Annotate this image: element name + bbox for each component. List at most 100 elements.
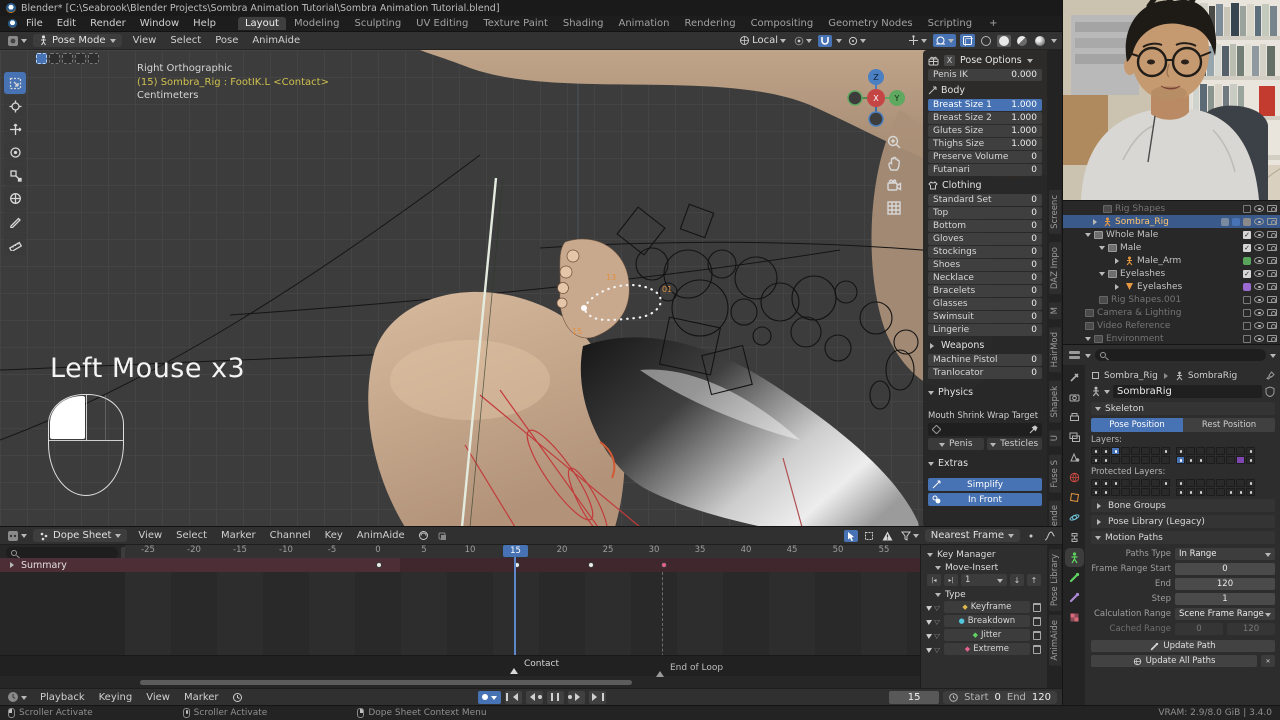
pose-position-button[interactable]: Pose Position — [1091, 418, 1183, 432]
tab-render[interactable] — [1068, 391, 1081, 404]
playback-menu-item[interactable]: Keying — [92, 691, 140, 704]
mode-selector[interactable]: Pose Mode — [33, 34, 122, 47]
subpanel-title[interactable]: Move-Insert — [945, 563, 998, 573]
outliner-row[interactable]: Male_Arm — [1063, 254, 1280, 267]
sidebar-tab[interactable]: DAZ Impo — [1049, 242, 1061, 294]
frame-range-start-field[interactable]: 0 — [1175, 563, 1275, 575]
hide-eye-icon[interactable] — [1254, 296, 1264, 303]
select-mode-set[interactable] — [36, 53, 47, 64]
property-slider[interactable]: Standard Set0 — [928, 194, 1042, 206]
hide-eye-icon[interactable] — [1254, 270, 1264, 277]
select-keys-icon[interactable]: ▶ — [925, 602, 934, 612]
select-mode-extend[interactable] — [49, 53, 60, 64]
toggle-button[interactable]: Penis — [928, 438, 984, 450]
workspace-tab[interactable]: Geometry Nodes — [821, 17, 919, 30]
subpanel-title[interactable]: Type — [945, 590, 966, 600]
property-slider[interactable]: Thighs Size1.000 — [928, 138, 1042, 150]
editor-type-button[interactable] — [5, 34, 29, 48]
tab-bone-constraints[interactable] — [1068, 591, 1081, 604]
deselect-keys-icon[interactable]: ▷ — [934, 630, 943, 640]
sync-icon[interactable] — [230, 691, 245, 704]
transform-orientation-dropdown[interactable]: Local — [737, 34, 788, 47]
property-slider[interactable]: Shoes0 — [928, 259, 1042, 271]
hide-eye-icon[interactable] — [1254, 283, 1264, 290]
shading-rendered-button[interactable] — [1033, 35, 1047, 47]
toggle-grid-icon[interactable] — [886, 200, 902, 216]
in-front-button[interactable]: In Front — [928, 493, 1042, 506]
simplify-button[interactable]: Simplify — [928, 478, 1042, 491]
keyframe-dot-frame-31[interactable] — [661, 562, 667, 568]
outliner-row[interactable]: Camera & Lighting — [1063, 306, 1280, 319]
move-key-up-button[interactable]: ↑ — [1027, 574, 1041, 586]
cursor-tool[interactable] — [4, 95, 26, 117]
disable-render-icon[interactable] — [1267, 322, 1277, 329]
side-panel-tab[interactable]: Pose Library — [1049, 549, 1061, 611]
expand-icon[interactable] — [1115, 284, 1122, 290]
move-key-down-button[interactable]: ↓ — [1010, 574, 1024, 586]
editor-type-button[interactable] — [5, 529, 29, 543]
viewport-menu-item[interactable]: Select — [163, 34, 208, 47]
hide-eye-icon[interactable] — [1254, 309, 1264, 316]
show-gizmo-dropdown[interactable] — [906, 34, 929, 47]
camera-view-icon[interactable] — [886, 178, 902, 194]
eyedropper-icon[interactable] — [1029, 425, 1038, 434]
outliner-row[interactable]: Eyelashes ✓ — [1063, 267, 1280, 280]
panel-title[interactable]: Key Manager — [937, 550, 996, 560]
horizontal-scrollbar[interactable] — [140, 680, 632, 685]
hide-eye-icon[interactable] — [1254, 218, 1264, 225]
property-slider[interactable]: Glutes Size1.000 — [928, 125, 1042, 137]
playhead-frame-badge[interactable]: 15 — [503, 545, 528, 557]
pin-icon[interactable] — [1266, 371, 1275, 380]
3d-viewport[interactable]: 13 01 15 Right Orthographic (15) Somb — [0, 50, 1062, 527]
workspace-tab[interactable]: Modeling — [287, 17, 347, 30]
section-title[interactable]: Extras — [938, 458, 968, 469]
select-keys-icon[interactable]: ▶ — [925, 616, 934, 626]
property-slider[interactable]: Preserve Volume0 — [928, 151, 1042, 163]
disable-render-icon[interactable] — [1267, 257, 1277, 264]
exclude-checkbox[interactable]: ✓ — [1243, 244, 1251, 252]
hide-eye-icon[interactable] — [1254, 257, 1264, 264]
outliner-row[interactable]: Eyelashes — [1063, 280, 1280, 293]
pose-library-panel-header[interactable]: Pose Library (Legacy) — [1091, 515, 1275, 528]
menu-item[interactable]: Help — [186, 17, 223, 30]
exclude-checkbox[interactable] — [1243, 335, 1251, 343]
shrink-wrap-object-field[interactable] — [928, 423, 1042, 436]
outliner-row[interactable]: Rig Shapes.001 — [1063, 293, 1280, 306]
expand-icon[interactable] — [1093, 219, 1100, 225]
viewport-menu-item[interactable]: Pose — [208, 34, 245, 47]
hide-eye-icon[interactable] — [1254, 231, 1264, 238]
dope-sheet-menu-item[interactable]: AnimAide — [350, 529, 412, 542]
keyframe-type-button[interactable]: ●Breakdown — [944, 615, 1030, 627]
options-dropdown[interactable] — [1270, 354, 1276, 361]
toggle-button[interactable]: Testicles — [987, 438, 1043, 450]
proportional-editing-dropdown[interactable] — [846, 34, 868, 47]
workspace-tab[interactable]: Scripting — [921, 17, 979, 30]
panel-close-button[interactable]: X — [944, 55, 955, 66]
summary-channel-row[interactable]: Summary — [0, 558, 920, 572]
tab-bone[interactable] — [1068, 571, 1081, 584]
property-slider[interactable]: Penis IK0.000 — [928, 69, 1042, 81]
dope-sheet-menu-item[interactable]: Key — [318, 529, 350, 542]
disable-render-icon[interactable] — [1267, 205, 1277, 212]
marker-strip[interactable]: Contact End of Loop — [0, 655, 920, 676]
playback-menu-item[interactable]: View — [139, 691, 177, 704]
keyframe-dot-frame-0[interactable] — [376, 562, 382, 568]
auto-keying-toggle[interactable] — [478, 691, 501, 704]
armature-layers-grid[interactable] — [1091, 447, 1275, 464]
jump-to-end-button[interactable] — [589, 691, 606, 704]
property-slider[interactable]: Top0 — [928, 207, 1042, 219]
ease-curve-icon[interactable] — [1042, 530, 1057, 542]
section-title[interactable]: Weapons — [941, 340, 984, 351]
disable-render-icon[interactable] — [1267, 244, 1277, 251]
hide-eye-icon[interactable] — [1254, 244, 1264, 251]
disable-render-icon[interactable] — [1267, 335, 1277, 342]
filter-funnel-dropdown[interactable] — [899, 529, 921, 542]
tab-object-constraints[interactable] — [1068, 531, 1081, 544]
blender-menu-icon[interactable] — [8, 19, 17, 28]
select-box-tool[interactable] — [4, 72, 26, 94]
delete-keys-icon[interactable] — [1033, 603, 1041, 612]
workspace-tab[interactable]: Texture Paint — [476, 17, 555, 30]
property-slider[interactable]: Futanari0 — [928, 164, 1042, 176]
breadcrumb-data[interactable]: SombraRig — [1188, 371, 1237, 381]
pin-icon[interactable] — [435, 530, 449, 542]
